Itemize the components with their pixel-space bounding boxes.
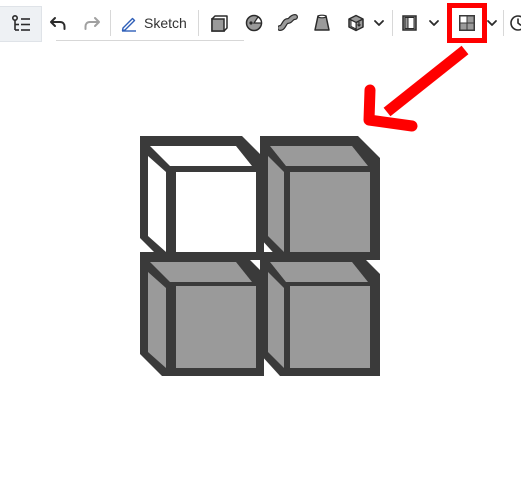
- revolve-icon: [244, 13, 264, 33]
- loft-icon: [312, 13, 332, 33]
- redo-icon: [83, 14, 101, 32]
- chevron-down-icon: [428, 17, 440, 29]
- chevron-down-icon: [486, 17, 498, 29]
- grid-cell-top-left: [140, 136, 264, 260]
- feature-tree-icon: [10, 13, 32, 35]
- chevron-down-icon: [373, 17, 385, 29]
- plane-icon: [400, 13, 420, 33]
- shell-dropdown[interactable]: [371, 14, 387, 32]
- feature-tree-button[interactable]: [0, 6, 42, 42]
- redo-button[interactable]: [82, 12, 102, 34]
- revolve-button[interactable]: [242, 12, 266, 34]
- toolbar-separator: [392, 10, 393, 36]
- plane-button[interactable]: [398, 12, 422, 34]
- plane-dropdown[interactable]: [426, 14, 442, 32]
- toolbar-separator: [198, 10, 199, 36]
- sketch-pencil-icon: [120, 14, 138, 32]
- top-toolbar: Sketch: [0, 0, 521, 47]
- grid-cell-top-right: [260, 136, 380, 260]
- loft-button[interactable]: [310, 12, 334, 34]
- undo-button[interactable]: [48, 12, 68, 34]
- shell-icon: [346, 13, 366, 33]
- view-grid-dropdown[interactable]: [485, 14, 499, 32]
- sweep-icon: [278, 13, 298, 33]
- toolbar-underline: [56, 40, 244, 41]
- view-grid-icon: [457, 13, 477, 33]
- view-grid-button[interactable]: [452, 8, 482, 38]
- sketch-button[interactable]: Sketch: [114, 10, 194, 36]
- toolbar-separator: [110, 10, 111, 36]
- grid-cell-bottom-right: [260, 252, 380, 376]
- sketch-label: Sketch: [144, 15, 187, 31]
- shell-button[interactable]: [344, 12, 368, 34]
- grid-cell-bottom-left: [140, 252, 264, 376]
- extrude-icon: [209, 13, 229, 33]
- undo-icon: [49, 14, 67, 32]
- clock-icon: [508, 13, 521, 33]
- view-grid-enlarged: [136, 132, 384, 380]
- clock-button[interactable]: [508, 12, 521, 34]
- extrude-button[interactable]: [207, 12, 231, 34]
- sweep-button[interactable]: [276, 12, 300, 34]
- toolbar-separator: [503, 10, 504, 36]
